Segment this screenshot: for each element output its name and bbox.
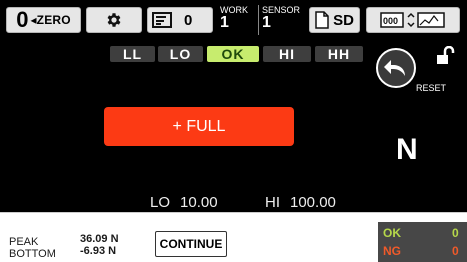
continue-button[interactable]: CONTINUE	[155, 231, 227, 257]
hi-limit-value: 100.00	[290, 194, 336, 211]
judge-ok: OK	[207, 46, 259, 62]
reset-label: RESET	[416, 83, 447, 93]
zero-symbol: 0	[16, 7, 29, 32]
svg-text:000: 000	[383, 16, 398, 26]
bottom-value: -6.93 N	[80, 245, 117, 257]
zero-label: ◂ZERO	[30, 13, 71, 27]
hi-limit: HI 100.00	[265, 194, 336, 211]
hi-limit-label: HI	[265, 194, 280, 211]
reset-arrow-icon	[384, 60, 405, 76]
lo-limit-label: LO	[150, 194, 171, 211]
ok-count-label: OK	[383, 226, 401, 240]
lo-limit-value: 10.00	[180, 194, 218, 211]
ok-count: 0	[452, 226, 459, 240]
toolbar-divider	[258, 5, 259, 35]
sensor-value: 1	[262, 14, 271, 31]
settings-button[interactable]	[86, 7, 142, 33]
sd-label: SD	[333, 11, 354, 29]
file-icon	[315, 11, 329, 29]
sd-button[interactable]: SD	[309, 7, 360, 33]
zero-button[interactable]: 0 ◂ZERO	[6, 7, 81, 33]
full-scale-indicator: + FULL	[104, 107, 294, 146]
ng-count-label: NG	[383, 244, 401, 258]
counter-graph-icon: 000	[380, 12, 445, 28]
work-indicator[interactable]: WORK 1	[220, 6, 256, 34]
judge-lo: LO	[158, 46, 203, 62]
peak-label: PEAK	[9, 236, 39, 248]
display-count: 0	[184, 11, 193, 29]
mode-toggle-button[interactable]: 000	[366, 7, 460, 33]
judge-hh: HH	[315, 46, 363, 62]
unlock-icon[interactable]	[436, 45, 456, 66]
ng-count: 0	[452, 244, 459, 258]
peak-value: 36.09 N	[80, 233, 119, 245]
reset-button[interactable]	[376, 48, 416, 88]
judge-ll: LL	[110, 46, 155, 62]
unit-label: N	[396, 133, 418, 166]
display-icon	[152, 12, 172, 28]
display-button[interactable]: 0	[147, 7, 213, 33]
sensor-indicator[interactable]: SENSOR 1	[262, 6, 302, 34]
judge-hi: HI	[263, 46, 311, 62]
bottom-label: BOTTOM	[9, 248, 56, 260]
lo-limit: LO 10.00	[150, 194, 218, 211]
work-value: 1	[220, 14, 229, 31]
gear-icon	[107, 13, 121, 27]
